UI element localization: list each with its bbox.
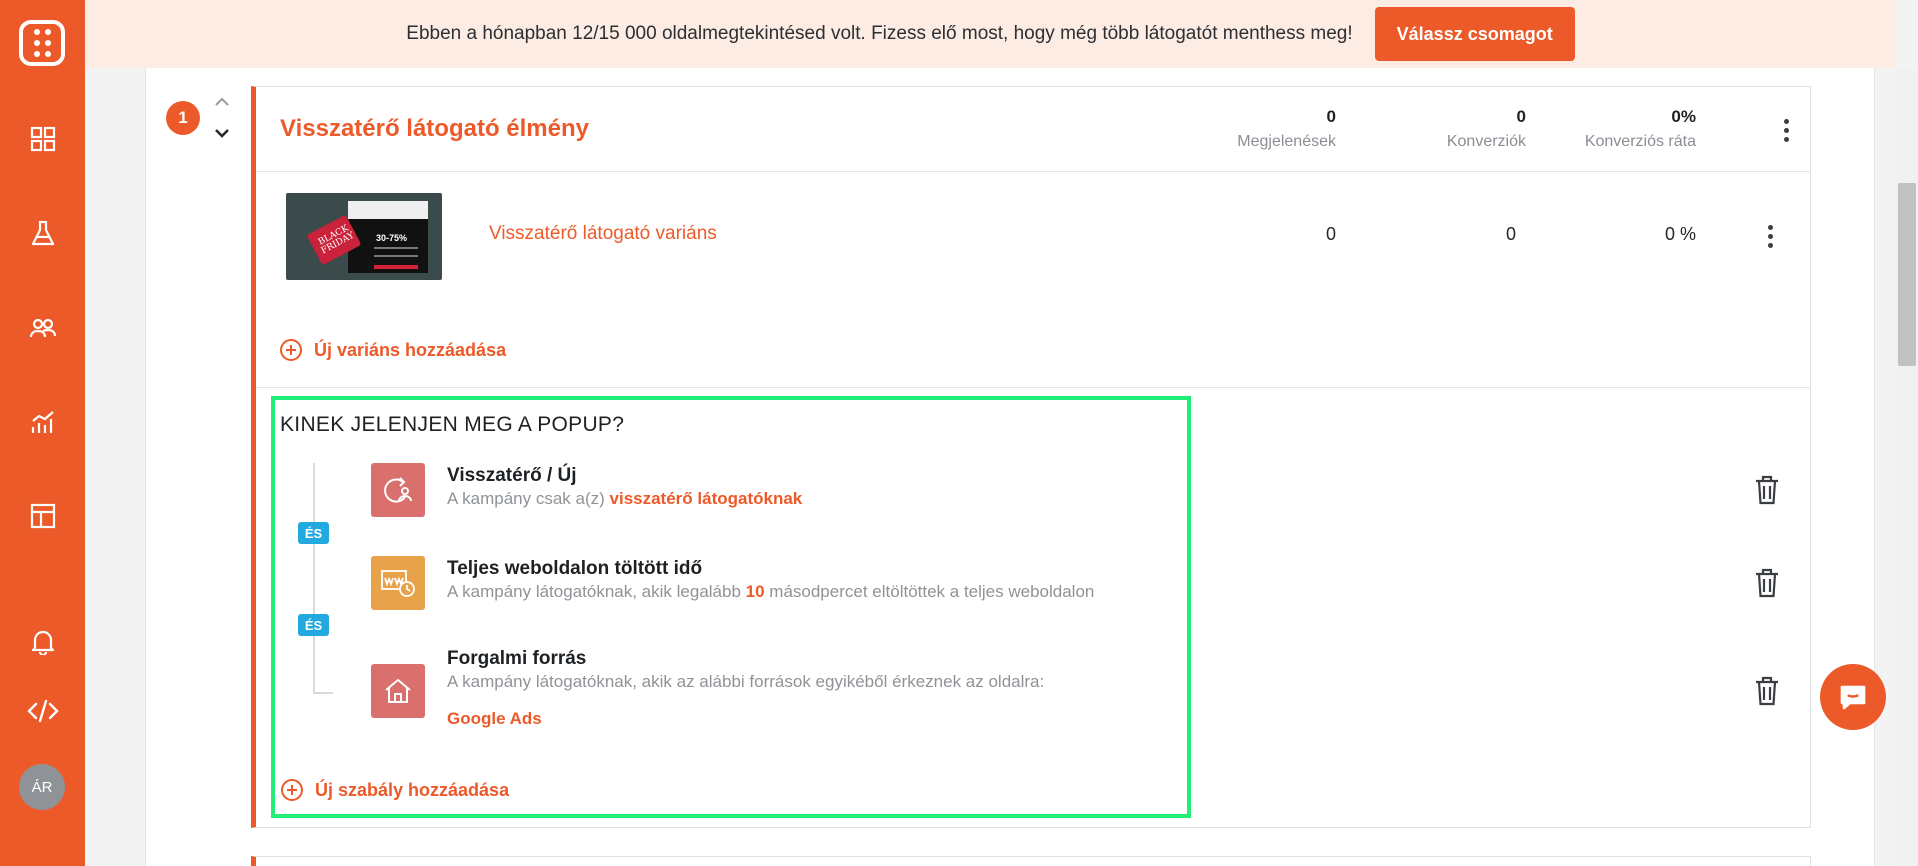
rule-tree-foot xyxy=(313,692,333,694)
bell-icon[interactable] xyxy=(24,623,62,661)
delete-rule-icon[interactable] xyxy=(1754,475,1780,505)
add-rule-label: Új szabály hozzáadása xyxy=(315,779,510,800)
stat-label: Konverziók xyxy=(1446,133,1526,150)
app-logo[interactable] xyxy=(19,20,65,66)
chat-widget-button[interactable] xyxy=(1820,664,1886,730)
campaign-header: Visszatérő látogató élmény 0 Megjelenése… xyxy=(256,87,1810,172)
rule-desc-text: A kampány látogatóknak, akik legalább xyxy=(447,582,746,601)
move-up-icon[interactable] xyxy=(210,92,234,112)
home-icon xyxy=(371,664,425,718)
delete-rule-icon[interactable] xyxy=(1754,568,1780,598)
rule-tree-line xyxy=(313,463,315,693)
stat-label: Megjelenések xyxy=(1237,133,1336,150)
variant-impressions: 0 xyxy=(1325,224,1336,244)
add-variant-label: Új variáns hozzáadása xyxy=(314,339,507,360)
flask-icon[interactable] xyxy=(24,215,62,253)
rule-description: A kampány látogatóknak, akik legalább 10… xyxy=(447,582,1094,602)
banner-text: Ebben a hónapban 12/15 000 oldalmegtekin… xyxy=(406,23,1353,44)
stat-conversion-rate: 0% Konverziós ráta xyxy=(1546,107,1696,151)
rule-desc-highlight: 10 xyxy=(745,582,765,601)
layout-icon[interactable] xyxy=(24,497,62,535)
variant-thumbnail[interactable]: BLACK FRIDAY 30-75% xyxy=(286,193,442,280)
stat-value: 0 xyxy=(1516,107,1526,126)
stat-value: 0% xyxy=(1671,107,1696,126)
rule-desc-text: A kampány csak a(z) xyxy=(447,489,610,508)
targeting-heading: KINEK JELENJEN MEG A POPUP? xyxy=(280,413,625,436)
rule-desc-text: másodpercet eltöltöttek a teljes webolda… xyxy=(764,582,1095,601)
rule-title: Teljes weboldalon töltött idő xyxy=(447,558,703,579)
and-connector-badge: ÉS xyxy=(298,614,329,636)
campaign-index-badge: 1 xyxy=(166,101,200,135)
campaign-title[interactable]: Visszatérő látogató élmény xyxy=(280,115,589,143)
stat-impressions: 0 Megjelenések xyxy=(1236,107,1336,151)
section-divider xyxy=(256,387,1810,388)
thumbnail-discount-text: 30-75% xyxy=(376,233,408,243)
variant-rate: 0 % xyxy=(1664,224,1696,244)
add-variant-button[interactable]: Új variáns hozzáadása xyxy=(280,339,506,361)
rule-title: Forgalmi forrás xyxy=(447,648,587,669)
move-down-icon[interactable] xyxy=(210,122,234,144)
code-icon[interactable] xyxy=(24,692,62,730)
campaign-menu-icon[interactable] xyxy=(1776,115,1796,145)
variant-conversions: 0 xyxy=(1505,224,1516,244)
rule-description: A kampány csak a(z) visszatérő látogatók… xyxy=(447,489,802,509)
avatar-initials: ÁR xyxy=(31,778,53,796)
stat-value: 0 xyxy=(1326,107,1336,126)
choose-plan-button[interactable]: Válassz csomagot xyxy=(1374,7,1575,61)
stat-conversions: 0 Konverziók xyxy=(1386,107,1526,151)
rule-description: A kampány látogatóknak, akik az alábbi f… xyxy=(447,672,1044,692)
avatar[interactable]: ÁR xyxy=(19,764,65,810)
stat-label: Konverziós ráta xyxy=(1584,133,1696,150)
rule-desc-text: A kampány látogatóknak, akik az alábbi f… xyxy=(447,672,1045,691)
upgrade-banner: Ebben a hónapban 12/15 000 oldalmegtekin… xyxy=(85,0,1896,68)
rule-title: Visszatérő / Új xyxy=(447,465,577,486)
traffic-source-value[interactable]: Google Ads xyxy=(447,709,542,729)
rule-desc-highlight: visszatérő látogatóknak xyxy=(609,489,803,508)
returning-visitor-icon xyxy=(371,463,425,517)
delete-rule-icon[interactable] xyxy=(1754,676,1780,706)
time-on-site-icon xyxy=(371,556,425,610)
variant-menu-icon[interactable] xyxy=(1760,221,1780,251)
analytics-icon[interactable] xyxy=(24,403,62,441)
and-connector-badge: ÉS xyxy=(298,522,329,544)
users-icon[interactable] xyxy=(24,309,62,347)
next-campaign-card xyxy=(251,856,1811,866)
scrollbar-thumb[interactable] xyxy=(1898,183,1916,366)
plus-circle-icon xyxy=(280,339,302,361)
chat-icon xyxy=(1840,685,1866,710)
dashboard-icon[interactable] xyxy=(24,120,62,158)
plus-circle-icon xyxy=(281,779,303,801)
sidebar: ÁR xyxy=(0,0,85,866)
add-rule-button[interactable]: Új szabály hozzáadása xyxy=(281,779,509,801)
variant-name-link[interactable]: Visszatérő látogató variáns xyxy=(489,223,717,245)
